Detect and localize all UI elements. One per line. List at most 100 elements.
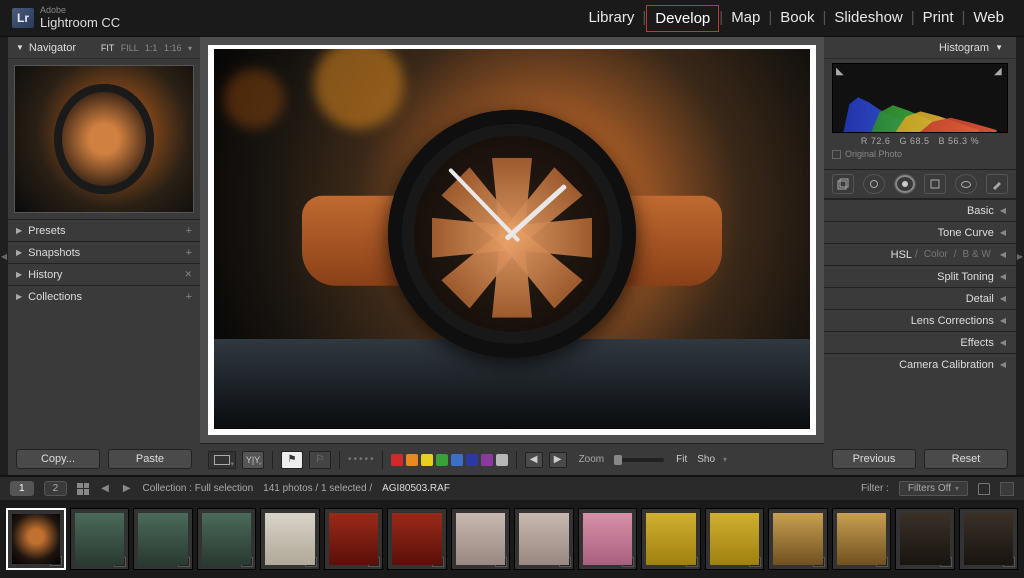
color-swatch[interactable]	[496, 454, 508, 466]
zoom-fit[interactable]: FIT	[101, 43, 114, 53]
redeye-tool-icon[interactable]	[894, 174, 916, 194]
color-swatch[interactable]	[466, 454, 478, 466]
zoom-sho-option[interactable]: Sho	[697, 454, 715, 465]
color-swatch[interactable]	[481, 454, 493, 466]
zoom-1-16[interactable]: 1:16	[164, 43, 182, 53]
filter-toggle-button[interactable]	[1000, 482, 1014, 496]
filmstrip-thumb[interactable]: ▢	[451, 508, 511, 570]
panel-detail[interactable]: Detail◀	[824, 287, 1016, 309]
filmstrip-thumb[interactable]: ▢	[768, 508, 828, 570]
panel-tone-curve[interactable]: Tone Curve◀	[824, 221, 1016, 243]
flag-pick-icon[interactable]: ⚑	[281, 451, 303, 469]
filmstrip-thumb[interactable]: ▢	[895, 508, 955, 570]
module-web[interactable]: Web	[965, 5, 1012, 32]
zoom-fill[interactable]: FILL	[121, 43, 139, 53]
color-swatch[interactable]	[421, 454, 433, 466]
zoom-more-icon[interactable]: ▾	[188, 44, 192, 53]
paste-button[interactable]: Paste	[108, 449, 192, 469]
color-swatch[interactable]	[391, 454, 403, 466]
module-map[interactable]: Map	[723, 5, 768, 32]
adjustment-brush-icon[interactable]	[986, 174, 1008, 194]
histogram-header[interactable]: Histogram ▼	[824, 37, 1016, 59]
nav-back-icon[interactable]: ◀	[99, 483, 111, 494]
filmstrip-thumb[interactable]: ▢	[133, 508, 193, 570]
module-slideshow[interactable]: Slideshow	[826, 5, 910, 32]
secondary-info-bar: 1 2 ◀ ▶ Collection : Full selection 141 …	[0, 476, 1024, 500]
next-photo-button[interactable]: ▶	[549, 452, 567, 468]
plus-icon[interactable]: +	[186, 247, 192, 259]
filmstrip-thumb[interactable]: ▢	[514, 508, 574, 570]
nav-forward-icon[interactable]: ▶	[121, 483, 133, 494]
left-panel-collapse[interactable]: ◀	[0, 37, 8, 475]
right-panel-collapse[interactable]: ▶	[1016, 37, 1024, 475]
previous-button[interactable]: Previous	[832, 449, 916, 469]
grid-view-icon[interactable]	[77, 483, 89, 495]
filmstrip-thumb[interactable]: ▢	[832, 508, 892, 570]
panel-camera-calibration[interactable]: Camera Calibration◀	[824, 353, 1016, 375]
spot-removal-icon[interactable]	[863, 174, 885, 194]
filmstrip[interactable]: ▢ ▢ ▢ ▢ ▢ ▢ ▢ ▢ ▢ ▢ ▢ ▢ ▢ ▢ ▢ ▢	[0, 500, 1024, 578]
filmstrip-thumb[interactable]: ▢	[578, 508, 638, 570]
navigator-header[interactable]: ▼ Navigator FIT FILL 1:1 1:16 ▾	[8, 37, 200, 59]
module-print[interactable]: Print	[915, 5, 962, 32]
original-photo-toggle[interactable]: Original Photo	[832, 149, 1008, 159]
before-after-button[interactable]: Y|Y▾	[242, 451, 264, 469]
color-swatch[interactable]	[406, 454, 418, 466]
filmstrip-thumb[interactable]: ▢	[260, 508, 320, 570]
radial-filter-icon[interactable]	[955, 174, 977, 194]
color-swatch[interactable]	[451, 454, 463, 466]
plus-icon[interactable]: +	[186, 225, 192, 237]
panel-hsl[interactable]: HSL /Color /B & W ◀	[824, 243, 1016, 265]
filmstrip-thumb[interactable]: ▢	[641, 508, 701, 570]
filmstrip-thumb[interactable]: ▢	[6, 508, 66, 570]
chevron-down-icon[interactable]: ▾	[723, 455, 727, 464]
photo-count: 141 photos / 1 selected /	[263, 483, 372, 494]
color-swatch[interactable]	[436, 454, 448, 466]
panel-lens-corrections[interactable]: Lens Corrections◀	[824, 309, 1016, 331]
filter-label: Filter :	[861, 483, 889, 494]
copy-button[interactable]: Copy...	[16, 449, 100, 469]
histogram-readout: R 72.6 G 68.5 B 56.3 %	[832, 136, 1008, 146]
right-panel: Histogram ▼ ◣ ◢ R 72.6 G 68.5 B 56.3 % O…	[824, 37, 1016, 475]
zoom-slider[interactable]	[614, 458, 664, 462]
prev-photo-button[interactable]: ◀	[525, 452, 543, 468]
develop-tool-strip	[824, 169, 1016, 199]
panel-presets[interactable]: ▶ Presets +	[8, 219, 200, 241]
filter-dropdown[interactable]: Filters Off▾	[899, 481, 968, 496]
view-page-1[interactable]: 1	[10, 481, 34, 496]
filmstrip-thumb[interactable]: ▢	[705, 508, 765, 570]
graduated-filter-icon[interactable]	[924, 174, 946, 194]
close-icon[interactable]: ✕	[184, 269, 192, 280]
filmstrip-thumb[interactable]: ▢	[387, 508, 447, 570]
plus-icon[interactable]: +	[186, 291, 192, 303]
highlight-clip-icon[interactable]: ◢	[994, 66, 1004, 76]
module-library[interactable]: Library	[580, 5, 642, 32]
view-page-2[interactable]: 2	[44, 481, 68, 496]
lock-icon[interactable]	[978, 483, 990, 495]
star-rating[interactable]: •••••	[348, 454, 374, 465]
filmstrip-thumb[interactable]: ▢	[197, 508, 257, 570]
module-develop[interactable]: Develop	[646, 5, 719, 32]
navigator-preview[interactable]	[8, 59, 200, 219]
panel-collections[interactable]: ▶ Collections +	[8, 285, 200, 307]
main-preview[interactable]	[208, 45, 816, 435]
zoom-1-1[interactable]: 1:1	[145, 43, 158, 53]
reset-button[interactable]: Reset	[924, 449, 1008, 469]
loupe-view-button[interactable]: ▾	[208, 451, 236, 469]
filmstrip-thumb[interactable]: ▢	[959, 508, 1019, 570]
shadow-clip-icon[interactable]: ◣	[836, 66, 846, 76]
checkbox-icon[interactable]	[832, 150, 841, 159]
crop-tool-icon[interactable]	[832, 174, 854, 194]
filmstrip-thumb[interactable]: ▢	[70, 508, 130, 570]
zoom-fit-option[interactable]: Fit	[676, 454, 687, 465]
flag-reject-icon[interactable]: ⚐	[309, 451, 331, 469]
panel-snapshots[interactable]: ▶ Snapshots +	[8, 241, 200, 263]
module-book[interactable]: Book	[772, 5, 822, 32]
panel-basic[interactable]: Basic◀	[824, 199, 1016, 221]
panel-split-toning[interactable]: Split Toning◀	[824, 265, 1016, 287]
panel-label: Presets	[28, 225, 65, 237]
panel-effects[interactable]: Effects◀	[824, 331, 1016, 353]
panel-history[interactable]: ▶ History ✕	[8, 263, 200, 285]
histogram[interactable]: ◣ ◢ R 72.6 G 68.5 B 56.3 % Original Phot…	[824, 59, 1016, 169]
filmstrip-thumb[interactable]: ▢	[324, 508, 384, 570]
